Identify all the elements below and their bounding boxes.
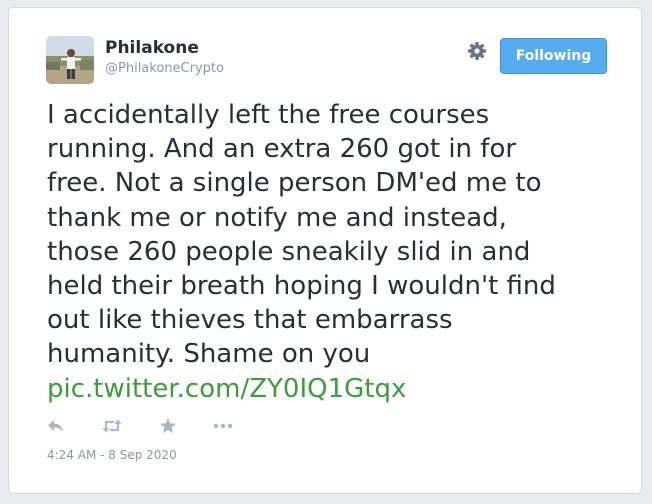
- user-name[interactable]: Philakone: [105, 38, 199, 58]
- reply-icon[interactable]: [46, 417, 68, 435]
- more-icon[interactable]: [212, 417, 234, 435]
- tweet-text-line: free. Not a single person DM'ed me to: [47, 168, 542, 199]
- user-handle[interactable]: @PhilakoneCrypto: [105, 61, 224, 76]
- tweet-text-line: out like thieves that embarrass: [47, 305, 453, 336]
- tweet-text-line: I accidentally left the free courses: [47, 100, 490, 130]
- following-button[interactable]: Following: [500, 38, 607, 74]
- tweet-card: Philakone @PhilakoneCrypto Following I a…: [8, 7, 642, 494]
- tweet-text-line: humanity. Shame on you: [47, 339, 371, 370]
- tweet-text-line: running. And an extra 260 got in for: [47, 134, 517, 165]
- avatar-image: [46, 36, 94, 84]
- tweet-text-line: those 260 people sneakily slid in and: [47, 236, 531, 267]
- avatar[interactable]: [46, 36, 94, 84]
- tweet-text-line: thank me or notify me and instead,: [47, 202, 507, 233]
- tweet-media-link[interactable]: pic.twitter.com/ZY0IQ1Gtqx: [47, 372, 406, 406]
- retweet-icon[interactable]: [101, 417, 123, 435]
- tweet-text: I accidentally left the free courses run…: [47, 98, 627, 372]
- tweet-timestamp[interactable]: 4:24 AM - 8 Sep 2020: [47, 448, 177, 462]
- tweet-text-line: held their breath hoping I wouldn't find: [47, 271, 556, 302]
- star-icon[interactable]: [157, 417, 179, 435]
- gear-icon[interactable]: [467, 41, 487, 61]
